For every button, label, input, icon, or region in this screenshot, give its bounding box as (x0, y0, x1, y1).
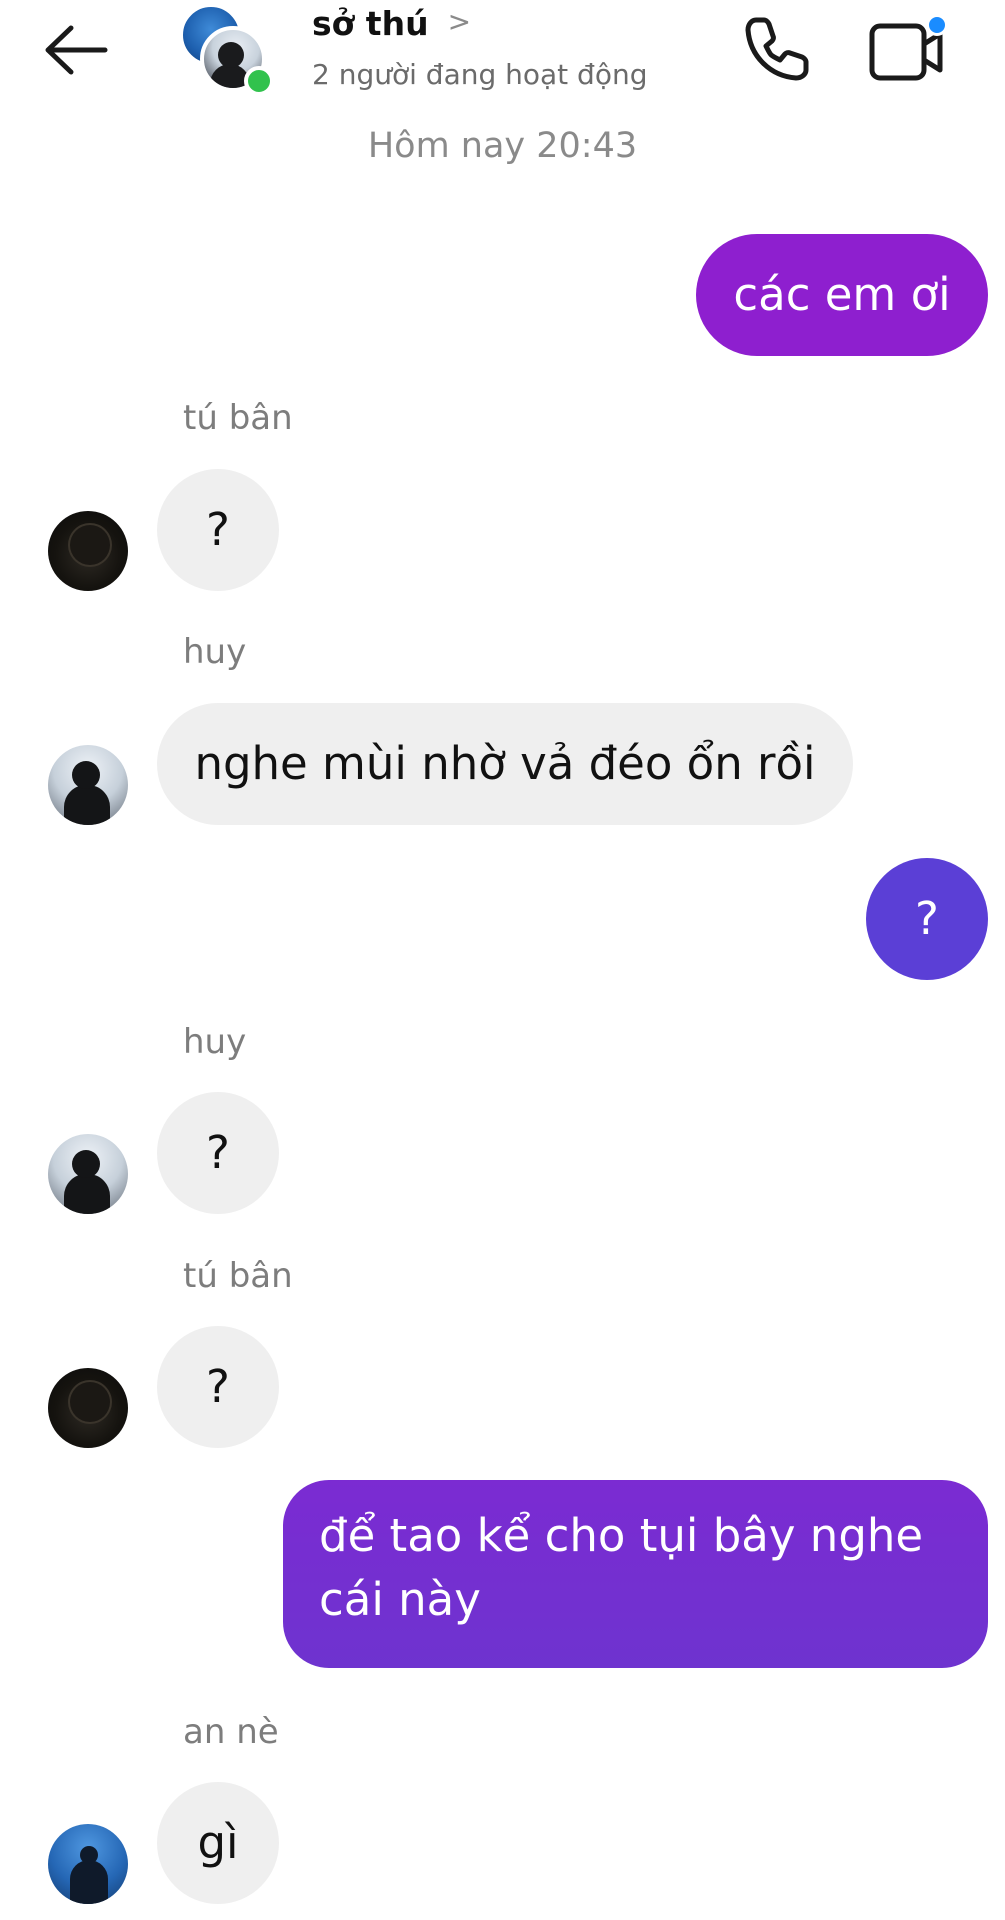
sender-name: tú bân (183, 398, 293, 438)
phone-icon (745, 17, 809, 81)
message-timestamp: Hôm nay 20:43 (367, 126, 638, 166)
sender-name: tú bân (183, 1256, 293, 1296)
message-text-line: để tao kể cho tụi bây nghe (319, 1509, 924, 1562)
conversation-title-link[interactable]: sở thú > (312, 4, 471, 43)
voice-call-button[interactable] (740, 14, 812, 86)
avatar-huy[interactable] (48, 1134, 128, 1214)
message-bubble-incoming[interactable]: nghe mùi nhờ vả đéo ổn rồi (157, 703, 853, 825)
message-bubble-incoming[interactable]: gì (157, 1782, 279, 1904)
message-text-line: cái này (319, 1573, 481, 1626)
message-bubble-incoming[interactable]: ? (157, 1092, 279, 1214)
chat-header: sở thú > 2 người đang hoạt động (0, 0, 1005, 110)
chevron-right-icon: > (447, 5, 472, 38)
active-status-text: 2 người đang hoạt động (312, 58, 648, 91)
message-bubble-outgoing[interactable]: các em ơi (696, 234, 988, 356)
message-text: các em ơi (733, 268, 951, 321)
message-text: nghe mùi nhờ vả đéo ổn rồi (194, 737, 816, 790)
avatar-tu-ban[interactable] (48, 511, 128, 591)
message-bubble-outgoing[interactable]: ? (866, 858, 988, 980)
avatar-tu-ban[interactable] (48, 1368, 128, 1448)
video-call-button[interactable] (868, 10, 948, 86)
message-text: ? (206, 1126, 230, 1179)
conversation-title: sở thú (312, 4, 429, 43)
message-bubble-outgoing[interactable]: để tao kể cho tụi bây nghe cái này (283, 1480, 988, 1668)
arrow-left-icon (45, 25, 108, 75)
sender-name: an nè (183, 1712, 279, 1752)
message-text: ? (206, 503, 230, 556)
message-text: gì (197, 1816, 239, 1869)
sender-name: huy (183, 1022, 247, 1062)
sender-name: huy (183, 632, 247, 672)
notification-dot (926, 14, 948, 36)
avatar-huy[interactable] (48, 745, 128, 825)
message-bubble-incoming[interactable]: ? (157, 1326, 279, 1448)
message-text: ? (915, 892, 939, 945)
message-text: ? (206, 1360, 230, 1413)
online-status-dot (244, 66, 274, 96)
back-button[interactable] (40, 20, 112, 80)
avatar-an-ne[interactable] (48, 1824, 128, 1904)
message-bubble-incoming[interactable]: ? (157, 469, 279, 591)
group-avatar[interactable] (180, 4, 274, 96)
